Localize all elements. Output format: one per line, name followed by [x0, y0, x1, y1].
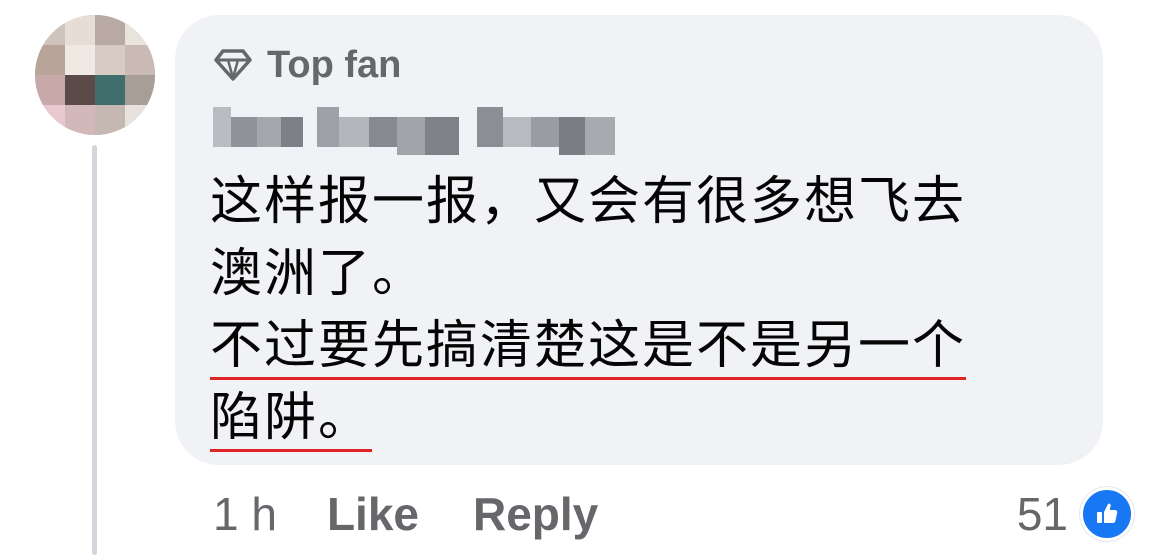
comment-line-underlined: 陷阱。	[210, 388, 373, 448]
badge-label: Top fan	[267, 43, 402, 86]
comment-line: 澳洲了。	[210, 244, 427, 304]
reaction-summary[interactable]: 51	[1017, 484, 1134, 544]
comment-actions: 1 h Like Reply	[213, 482, 652, 546]
comment-text: 这样报一报，又会有很多想飞去 澳洲了。 不过要先搞清楚这是不是另一个 陷阱。	[210, 166, 1080, 454]
timestamp[interactable]: 1 h	[213, 487, 277, 541]
thread-line	[92, 145, 97, 555]
reply-button[interactable]: Reply	[473, 487, 598, 541]
comment-line-underlined: 不过要先搞清楚这是不是另一个	[210, 316, 967, 376]
top-fan-badge[interactable]: Top fan	[213, 40, 401, 90]
diamond-icon	[213, 48, 253, 82]
like-reaction-icon	[1080, 487, 1134, 541]
like-button[interactable]: Like	[327, 487, 419, 541]
reaction-count: 51	[1016, 488, 1068, 540]
comment-line: 这样报一报，又会有很多想飞去	[210, 172, 967, 232]
avatar[interactable]	[35, 15, 155, 135]
comment-view: Top fan 这样报一报，又会有很多想飞去 澳洲了。 不过要先搞清楚这是不是另…	[0, 0, 1170, 555]
author-name-blurred[interactable]	[213, 103, 623, 155]
